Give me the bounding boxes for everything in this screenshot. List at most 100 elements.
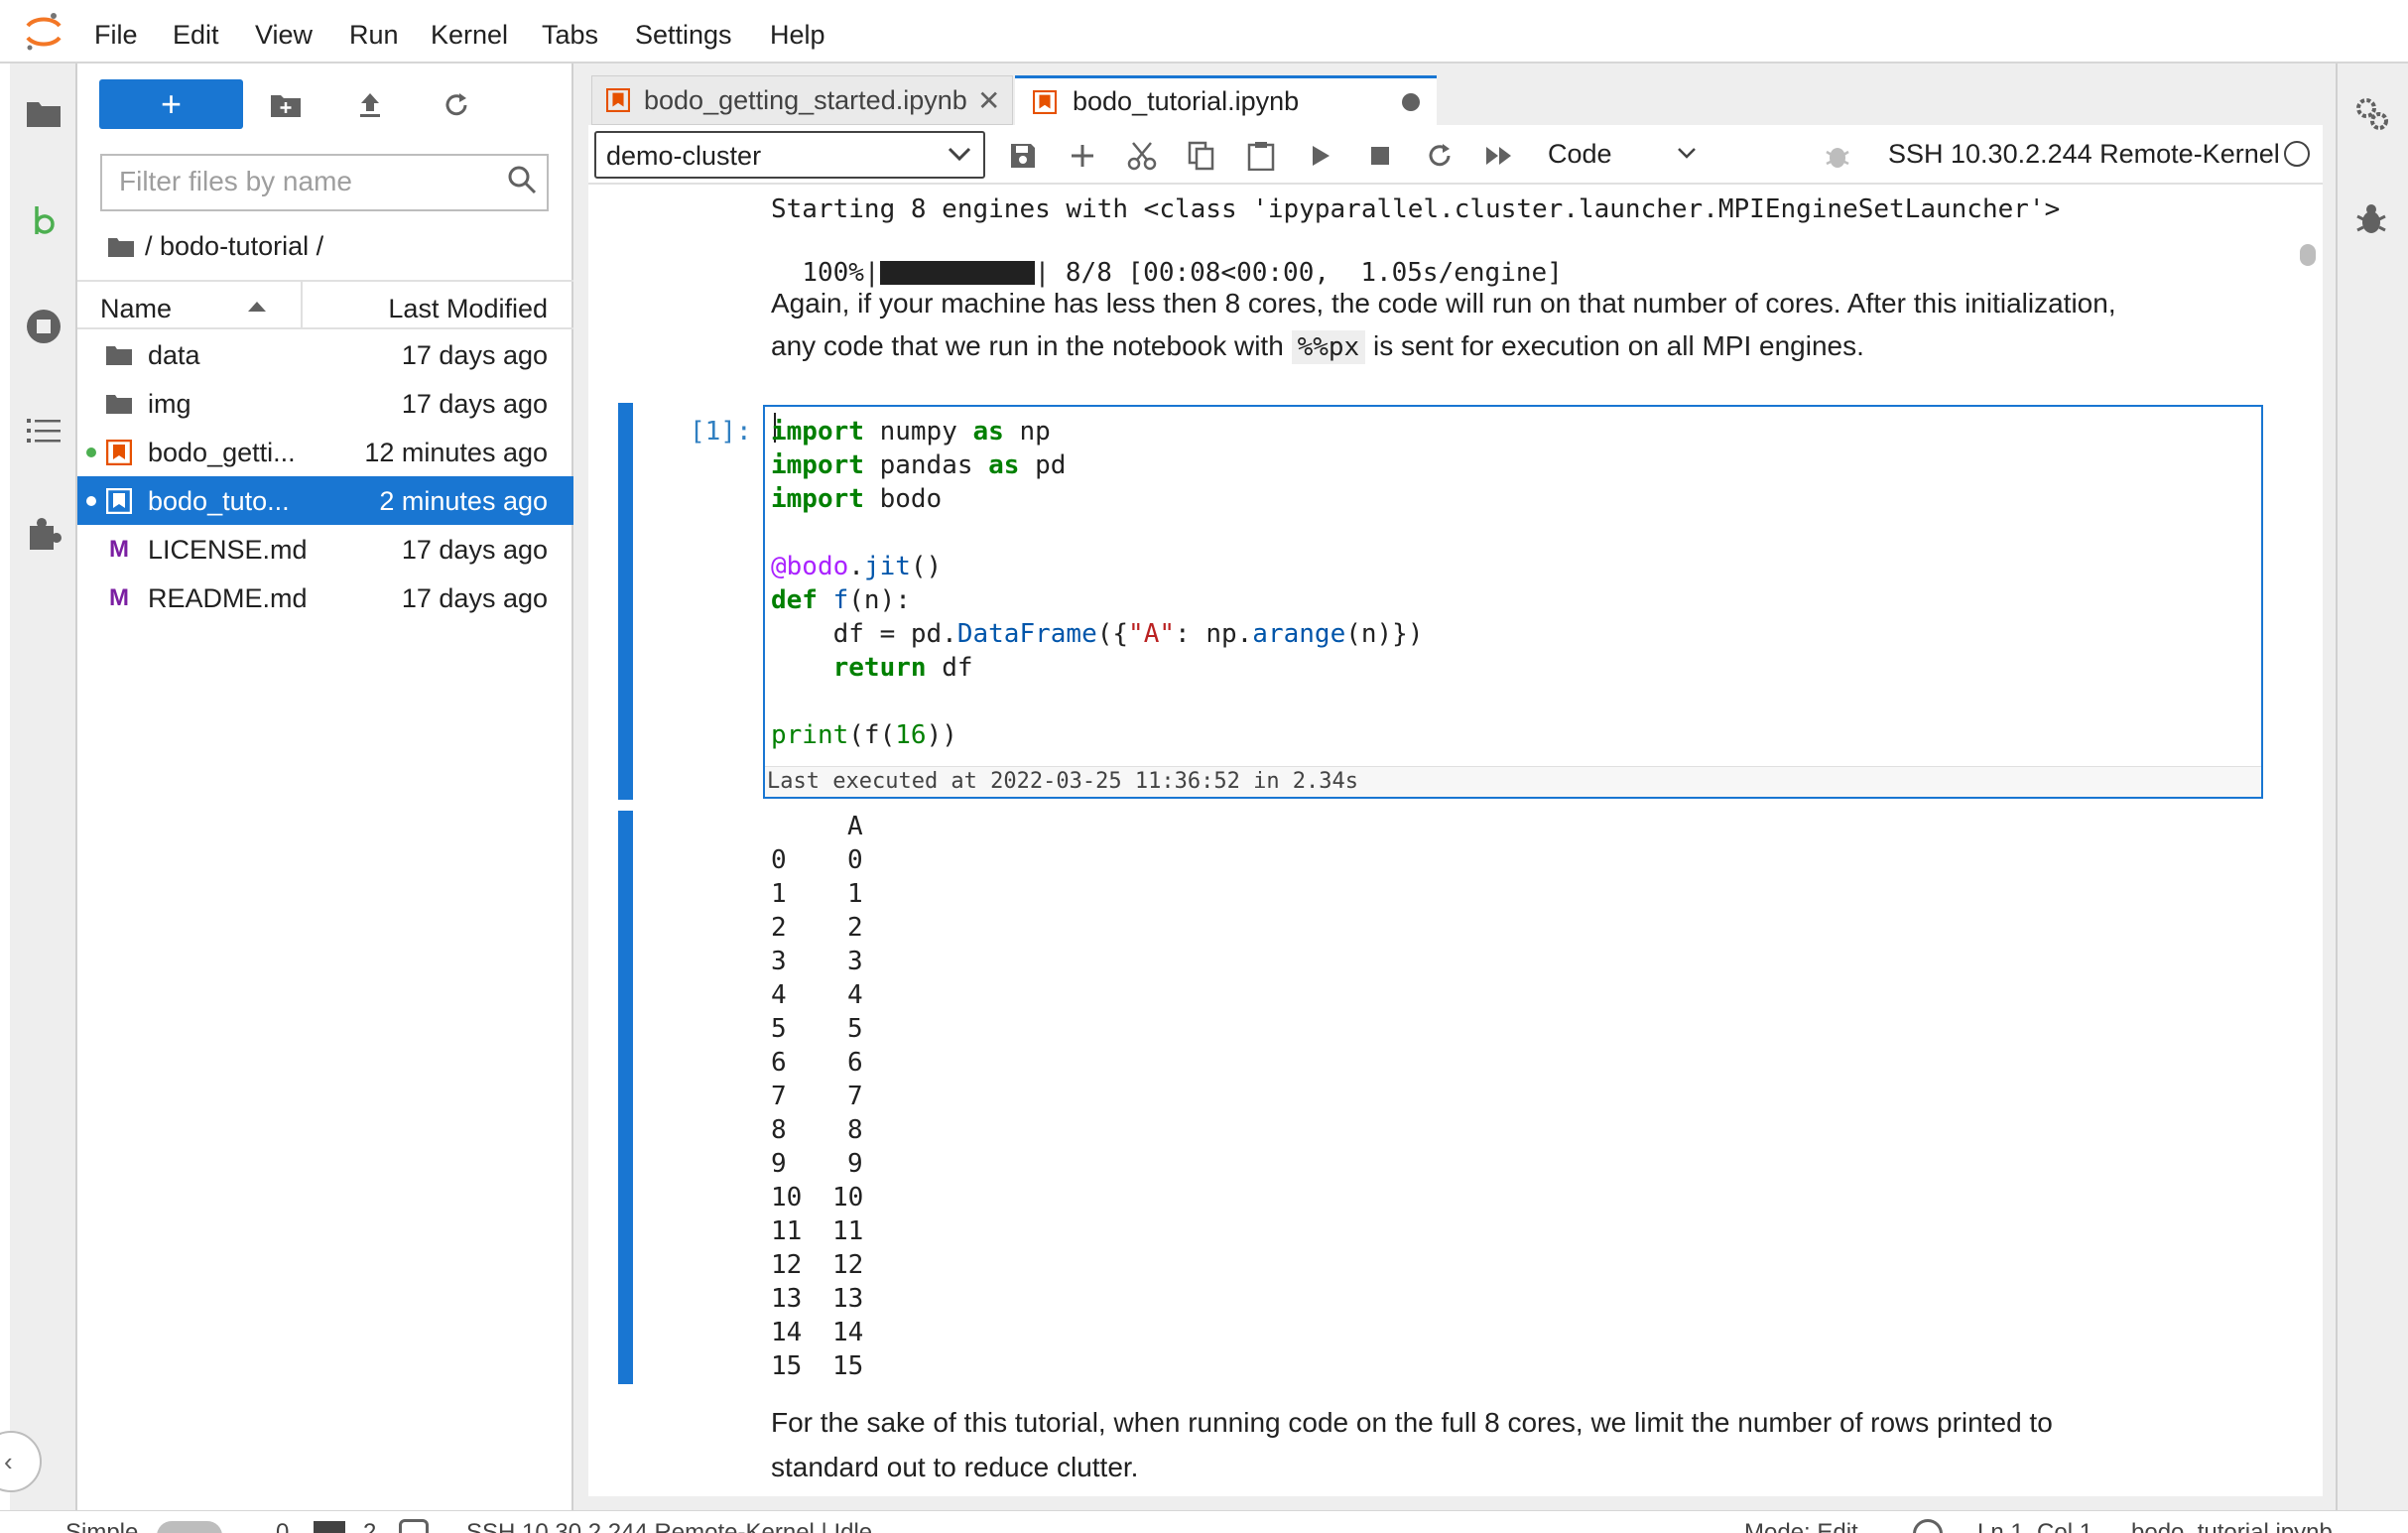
file-row-license[interactable]: M LICENSE.md 17 days ago <box>77 525 573 574</box>
cell-collapser[interactable] <box>618 403 633 800</box>
menu-run[interactable]: Run <box>349 20 399 51</box>
code-line: def f(n): <box>771 585 911 615</box>
cut-icon[interactable] <box>1125 139 1159 173</box>
file-row-img[interactable]: img 17 days ago <box>77 379 573 428</box>
search-icon <box>507 165 537 199</box>
menu-bar: File Edit View Run Kernel Tabs Settings … <box>0 0 2408 64</box>
folder-icon <box>105 341 133 369</box>
inline-code: %%px <box>1291 330 1366 364</box>
cell-type-select[interactable]: Code <box>1534 131 1712 179</box>
dataframe-index: 8 <box>771 1115 787 1145</box>
menu-view[interactable]: View <box>255 20 313 51</box>
file-row-bodo-getting-started[interactable]: bodo_getti... 12 minutes ago <box>77 428 573 476</box>
breadcrumb[interactable]: / bodo-tutorial / <box>107 231 323 262</box>
menu-kernel[interactable]: Kernel <box>431 20 508 51</box>
tab-bodo-tutorial[interactable]: bodo_tutorial.ipynb <box>1015 75 1437 125</box>
tab-label: bodo_getting_started.ipynb <box>644 84 967 115</box>
refresh-icon[interactable] <box>437 85 476 125</box>
fast-forward-icon[interactable] <box>1482 139 1516 173</box>
running-kernels-icon[interactable] <box>24 307 63 346</box>
kernel-name[interactable]: SSH 10.30.2.244 Remote-Kernel <box>1888 139 2280 170</box>
dataframe-value: 9 <box>847 1149 863 1179</box>
dataframe-value: 4 <box>847 980 863 1010</box>
file-row-readme[interactable]: M README.md 17 days ago <box>77 574 573 622</box>
stop-icon[interactable] <box>1363 139 1397 173</box>
file-modified: 2 minutes ago <box>379 486 548 516</box>
menu-file[interactable]: File <box>94 20 138 51</box>
extensions-puzzle-icon[interactable] <box>24 514 63 554</box>
dataframe-value: 2 <box>847 913 863 943</box>
menu-help[interactable]: Help <box>770 20 825 51</box>
file-row-bodo-tutorial[interactable]: bodo_tuto... 2 minutes ago <box>77 476 573 525</box>
simple-mode-toggle[interactable] <box>157 1521 222 1533</box>
trusted-icon[interactable] <box>1913 1519 1943 1533</box>
dataframe-value: 15 <box>832 1351 864 1381</box>
folder-icon <box>105 390 133 418</box>
new-launcher-button[interactable]: + <box>99 79 243 129</box>
dataframe-value: 6 <box>847 1048 863 1078</box>
cluster-select-value: demo-cluster <box>606 141 762 171</box>
dataframe-value: 0 <box>847 845 863 875</box>
dataframe-value: 5 <box>847 1014 863 1044</box>
tab-bodo-getting-started[interactable]: bodo_getting_started.ipynb ✕ <box>591 75 1013 125</box>
restart-icon[interactable] <box>1423 139 1457 173</box>
file-name: bodo_getti... <box>148 438 296 467</box>
dataframe-index: 6 <box>771 1048 787 1078</box>
menu-edit[interactable]: Edit <box>173 20 219 51</box>
new-folder-icon[interactable] <box>266 85 306 125</box>
file-name: LICENSE.md <box>148 535 308 565</box>
status-filename: bodo_tutorial.ipynb <box>2131 1519 2333 1533</box>
menu-settings[interactable]: Settings <box>635 20 732 51</box>
scrollbar-thumb[interactable] <box>2300 244 2316 266</box>
kernel-count: 2 <box>363 1519 377 1533</box>
right-sidebar <box>2336 64 2408 1510</box>
terminal-count: 0 <box>276 1519 290 1533</box>
close-icon[interactable]: ✕ <box>977 84 1000 117</box>
bodo-icon[interactable] <box>24 202 63 242</box>
table-of-contents-icon[interactable] <box>24 411 63 450</box>
run-icon[interactable] <box>1304 139 1337 173</box>
dataframe-index: 1 <box>771 879 787 909</box>
markdown-text: For the sake of this tutorial, when runn… <box>771 1407 2053 1438</box>
dataframe-index: 13 <box>771 1284 803 1314</box>
copy-icon[interactable] <box>1185 139 1218 173</box>
folder-icon[interactable] <box>24 93 63 133</box>
notebook-icon <box>105 487 133 515</box>
cluster-select[interactable]: demo-cluster <box>594 131 985 179</box>
file-row-data[interactable]: data 17 days ago <box>77 330 573 379</box>
output-collapser[interactable] <box>618 811 633 1384</box>
paste-icon[interactable] <box>1244 139 1278 173</box>
debugger-bug-icon[interactable] <box>2355 202 2387 241</box>
notebook-icon <box>1033 89 1057 114</box>
notebook-icon <box>606 88 630 112</box>
running-indicator <box>86 496 96 506</box>
file-name: bodo_tuto... <box>148 486 290 516</box>
column-name-header[interactable]: Name <box>100 294 172 324</box>
kernel-status-text[interactable]: SSH 10.30.2.244 Remote-Kernel | Idle <box>466 1519 872 1533</box>
debugger-bug-icon[interactable] <box>1821 139 1854 173</box>
property-inspector-gear-icon[interactable] <box>2353 95 2391 138</box>
file-modified: 17 days ago <box>401 340 548 370</box>
last-executed-text: Last executed at 2022-03-25 11:36:52 in … <box>767 769 1359 794</box>
save-icon[interactable] <box>1006 139 1040 173</box>
status-bar: Simple 0 2 SSH 10.30.2.244 Remote-Kernel… <box>0 1510 2408 1533</box>
markdown-text: Again, if your machine has less then 8 c… <box>771 288 2116 319</box>
chevron-down-icon <box>1678 148 1696 159</box>
column-modified-header[interactable]: Last Modified <box>388 294 548 324</box>
sort-ascending-icon[interactable] <box>248 302 266 312</box>
upload-icon[interactable] <box>350 85 390 125</box>
menu-tabs[interactable]: Tabs <box>542 20 598 51</box>
breadcrumb-path: / bodo-tutorial / <box>145 231 324 261</box>
code-line: import bodo <box>771 484 943 514</box>
cursor-position[interactable]: Ln 1, Col 1 <box>1977 1519 2092 1533</box>
progress-prefix: 100%| <box>802 258 880 288</box>
add-cell-icon[interactable] <box>1066 139 1099 173</box>
file-modified: 12 minutes ago <box>364 438 548 467</box>
notebook-mode: Mode: Edit <box>1744 1519 1858 1533</box>
output-line: Starting 8 engines with <class 'ipyparal… <box>771 194 2061 224</box>
markdown-text: any code that we run in the notebook wit… <box>771 330 1292 361</box>
running-indicator <box>86 447 96 457</box>
unsaved-dot-icon[interactable] <box>1402 92 1420 111</box>
left-activity-bar <box>10 64 77 1510</box>
dataframe-value: 13 <box>832 1284 864 1314</box>
